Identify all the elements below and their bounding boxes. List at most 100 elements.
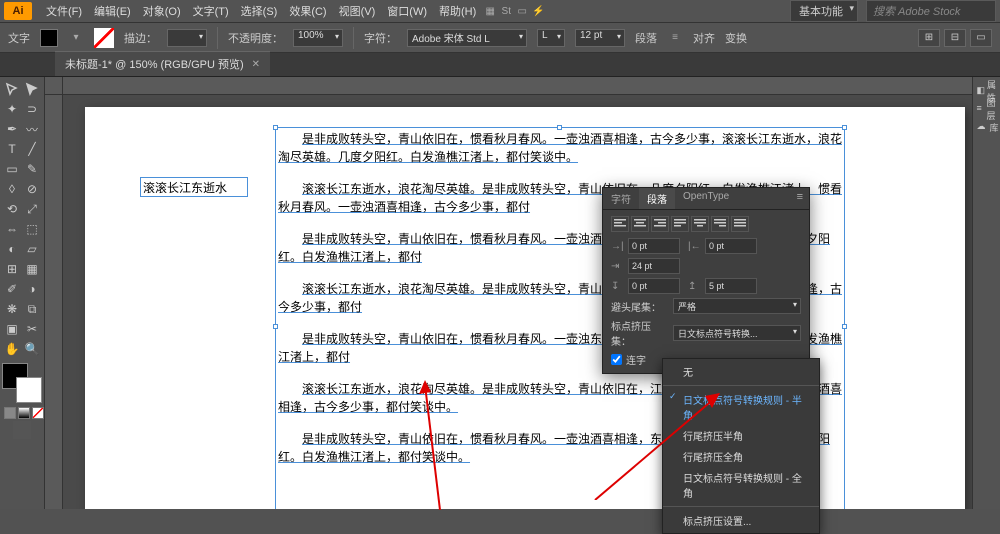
burasagari-dropdown[interactable]: 日文标点符号转换... [673, 325, 801, 341]
opacity-field[interactable]: 100% [293, 29, 343, 47]
rectangle-tool[interactable]: ▭ [2, 159, 22, 179]
ruler-vertical[interactable] [45, 95, 63, 509]
brush-tool[interactable]: ✎ [22, 159, 42, 179]
slice-tool[interactable]: ✂ [22, 319, 42, 339]
blend-tool[interactable]: ◑ [22, 279, 42, 299]
space-after-field[interactable] [705, 278, 757, 294]
none-mode[interactable] [32, 407, 44, 419]
stock-icon[interactable]: St [498, 3, 514, 19]
stroke-weight[interactable] [167, 29, 207, 47]
symbol-tool[interactable]: ❋ [2, 299, 22, 319]
more-button[interactable]: ▭ [970, 29, 992, 47]
shaper-tool[interactable]: ◊ [2, 179, 22, 199]
bridge-icon[interactable]: ▦ [482, 3, 498, 19]
firstline-field[interactable] [628, 258, 680, 274]
color-mode[interactable] [4, 407, 16, 419]
panel-layers[interactable]: ≡图层 [975, 101, 999, 117]
menu-edit[interactable]: 编辑(E) [88, 3, 137, 19]
close-icon[interactable]: ✕ [252, 59, 260, 70]
align-center[interactable] [631, 216, 649, 232]
menu-help[interactable]: 帮助(H) [433, 3, 482, 19]
workspace-switcher[interactable]: 基本功能 [790, 0, 858, 22]
tab-opentype[interactable]: OpenType [675, 188, 737, 209]
menu-opt-trail-full[interactable]: 行尾挤压全角 [663, 446, 819, 467]
scale-tool[interactable]: ⤢ [22, 199, 42, 219]
edit-button[interactable]: ⊟ [944, 29, 966, 47]
canvas[interactable]: 滚滚长江东逝水 是非成败转头空，青山依旧在，惯看秋月春风。一壶浊酒喜相逢，古今多… [45, 77, 972, 509]
font-family[interactable]: Adobe 宋体 Std L [407, 29, 527, 47]
rotate-tool[interactable]: ⟲ [2, 199, 22, 219]
zoom-tool[interactable]: 🔍 [22, 339, 42, 359]
screen-mode[interactable] [13, 421, 31, 439]
fill-stroke-swatch[interactable] [2, 363, 42, 403]
document-tab[interactable]: 未标题-1* @ 150% (RGB/GPU 预览) ✕ [55, 51, 270, 76]
indent-right-icon: |← [688, 241, 702, 252]
mesh-tool[interactable]: ⊞ [2, 259, 22, 279]
perspective-tool[interactable]: ▱ [22, 239, 42, 259]
ruler-horizontal[interactable] [63, 77, 972, 95]
selection-tool[interactable] [2, 79, 22, 99]
para-label[interactable]: 段落 [635, 30, 657, 46]
justify-last-left[interactable] [671, 216, 689, 232]
menu-type[interactable]: 文字(T) [187, 3, 235, 19]
fill-dropdown-icon[interactable]: ▾ [68, 30, 84, 46]
font-size[interactable]: 12 pt [575, 29, 625, 47]
stroke-none-swatch[interactable] [94, 28, 114, 48]
align-right[interactable] [651, 216, 669, 232]
eraser-tool[interactable]: ⊘ [22, 179, 42, 199]
shape-builder-tool[interactable]: ◐ [2, 239, 22, 259]
menu-object[interactable]: 对象(O) [137, 3, 187, 19]
lasso-tool[interactable]: ⊃ [22, 99, 42, 119]
pen-tool[interactable]: ✒ [2, 119, 22, 139]
align-left-icon[interactable]: ≡ [667, 30, 683, 46]
curvature-tool[interactable]: 〰 [22, 119, 42, 139]
fill-swatch[interactable] [40, 29, 58, 47]
text-frame-1[interactable]: 滚滚长江东逝水 [140, 177, 248, 197]
space-before-icon: ↧ [611, 281, 625, 292]
direct-selection-tool[interactable] [22, 79, 42, 99]
menu-opt-trail-half[interactable]: 行尾挤压半角 [663, 425, 819, 446]
menu-view[interactable]: 视图(V) [333, 3, 382, 19]
menu-file[interactable]: 文件(F) [40, 3, 88, 19]
menu-window[interactable]: 窗口(W) [381, 3, 433, 19]
kinsoku-label: 避头尾集： [611, 299, 669, 314]
graph-tool[interactable]: ⧉ [22, 299, 42, 319]
justify-last-right[interactable] [711, 216, 729, 232]
gpu-icon[interactable]: ⚡ [530, 3, 546, 19]
width-tool[interactable]: ⇔ [2, 219, 22, 239]
transform-label[interactable]: 变换 [725, 30, 747, 46]
eyedropper-tool[interactable]: ✐ [2, 279, 22, 299]
panel-libraries[interactable]: ☁库 [975, 119, 999, 135]
toolbox: ✦ ⊃ ✒ 〰 T ╱ ▭ ✎ ◊ ⊘ ⟲ ⤢ ⇔ ⬚ ◐ ▱ ⊞ ▦ ✐ ◑ … [0, 77, 45, 509]
gradient-tool[interactable]: ▦ [22, 259, 42, 279]
menu-opt-full[interactable]: 日文标点符号转换规则 - 全角 [663, 467, 819, 503]
align-label[interactable]: 对齐 [693, 30, 715, 46]
search-input[interactable]: 搜索 Adobe Stock [866, 0, 996, 22]
tab-paragraph[interactable]: 段落 [639, 188, 675, 209]
arrange-icon[interactable]: ▭ [514, 3, 530, 19]
free-transform-tool[interactable]: ⬚ [22, 219, 42, 239]
hand-tool[interactable]: ✋ [2, 339, 22, 359]
hyphenate-checkbox[interactable] [611, 354, 622, 365]
font-style[interactable]: L [537, 29, 565, 47]
artboard-tool[interactable]: ▣ [2, 319, 22, 339]
align-left[interactable] [611, 216, 629, 232]
type-tool[interactable]: T [2, 139, 22, 159]
menu-opt-none[interactable]: 无 [663, 361, 819, 382]
menu-select[interactable]: 选择(S) [235, 3, 284, 19]
menu-opt-half[interactable]: 日文标点符号转换规则 - 半角 [663, 389, 819, 425]
magic-wand-tool[interactable]: ✦ [2, 99, 22, 119]
indent-right-field[interactable] [705, 238, 757, 254]
justify-last-center[interactable] [691, 216, 709, 232]
kinsoku-dropdown[interactable]: 严格 [673, 298, 801, 314]
line-tool[interactable]: ╱ [22, 139, 42, 159]
justify-all[interactable] [731, 216, 749, 232]
gradient-mode[interactable] [18, 407, 30, 419]
space-before-field[interactable] [628, 278, 680, 294]
isolate-button[interactable]: ⊞ [918, 29, 940, 47]
menu-effect[interactable]: 效果(C) [283, 3, 332, 19]
indent-left-field[interactable] [628, 238, 680, 254]
menu-opt-settings[interactable]: 标点挤压设置... [663, 510, 819, 531]
tab-character[interactable]: 字符 [603, 188, 639, 209]
panel-menu-icon[interactable]: ≡ [791, 188, 809, 209]
